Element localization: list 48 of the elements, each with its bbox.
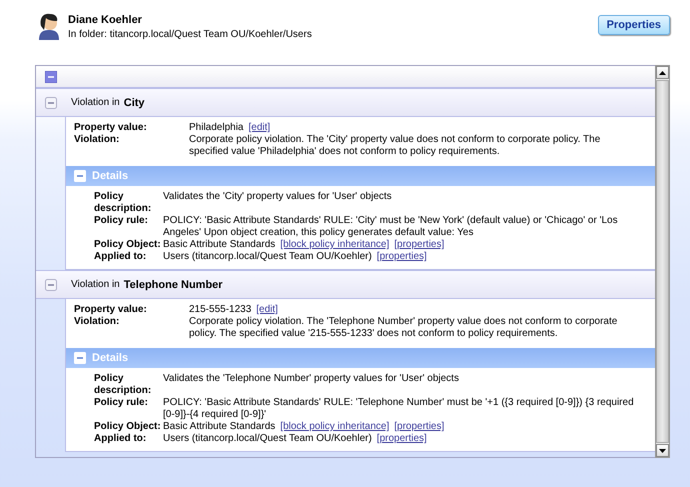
field-value: Basic Attribute Standards <box>163 239 276 250</box>
field-label: Applied to: <box>94 251 148 263</box>
field-value: Philadelphia <box>189 122 244 133</box>
field-label: Policy Object: <box>94 239 162 251</box>
link[interactable]: [edit] <box>248 122 270 133</box>
link[interactable]: [block policy inheritance] <box>280 239 390 250</box>
field-label: Policy description: <box>94 373 152 397</box>
collapse-icon[interactable] <box>45 278 57 290</box>
field-value: Basic Attribute Standards <box>163 421 276 432</box>
field-value: POLICY: 'Basic Attribute Standards' RULE: 'City' must be 'New York' (default value) or 'Chicago' or 'Los Angeles' Upon object creation, this policy generates default value: Yes <box>163 215 618 238</box>
field-value: 215-555-1233 <box>189 304 252 315</box>
field-label: Policy Object: <box>94 421 162 433</box>
field-label: Policy rule: <box>94 397 149 410</box>
field-label: Property value: <box>74 122 148 134</box>
link[interactable]: [edit] <box>256 304 278 315</box>
field-label: Violation: <box>74 316 120 329</box>
field-label: Policy description: <box>94 191 152 215</box>
field-value: Corporate policy violation. The 'City' property value does not conform to corporate policy. The specified value 'Philadelphia' does not conform to policy requirements. <box>189 134 600 157</box>
details-title: Details <box>92 170 128 182</box>
collapse-icon[interactable] <box>45 96 57 108</box>
link[interactable]: [properties] <box>376 433 427 444</box>
user-avatar-icon <box>37 12 61 40</box>
field-value: Validates the 'Telephone Number' property values for 'User' objects <box>163 373 459 384</box>
folder-path: In folder: titancorp.local/Quest Team OU/Koehler/Users <box>68 29 313 40</box>
link[interactable]: [properties] <box>394 239 444 250</box>
collapse-icon[interactable] <box>45 70 57 82</box>
field-label: Applied to: <box>94 433 148 445</box>
scroll-down-icon[interactable] <box>659 448 666 452</box>
field-label: Property value: <box>74 304 148 316</box>
violation-label: Violation in <box>71 279 120 290</box>
field-value: Users (titancorp.local/Quest Team OU/Koehler) <box>163 251 372 262</box>
scroll-up-icon[interactable] <box>659 70 666 74</box>
violation-label: Violation in <box>71 97 120 108</box>
property-name: Telephone Number <box>124 278 223 290</box>
link[interactable]: [block policy inheritance] <box>280 421 390 432</box>
properties-button[interactable]: Properties <box>598 15 670 35</box>
field-value: POLICY: 'Basic Attribute Standards' RULE: 'Telephone Number' must be '+1 ({3 required [0-9]}) {3 required [0-9]}-{4 required [0-9]}' <box>163 397 634 420</box>
scrollbar[interactable] <box>655 65 670 458</box>
field-value: Users (titancorp.local/Quest Team OU/Koehler) <box>163 433 372 444</box>
link[interactable]: [properties] <box>394 421 444 432</box>
field-value: Validates the 'City' property values for 'User' objects <box>163 191 392 202</box>
field-value: Corporate policy violation. The 'Telephone Number' property value does not conform to corporate policy. The specified value '215-555-1233' does not conform to policy requirements. <box>189 316 618 339</box>
user-name: Diane Koehler <box>68 14 143 26</box>
property-name: City <box>124 96 145 108</box>
field-label: Policy rule: <box>94 215 149 228</box>
link[interactable]: [properties] <box>376 251 427 262</box>
field-label: Violation: <box>74 134 120 147</box>
details-title: Details <box>92 352 128 364</box>
